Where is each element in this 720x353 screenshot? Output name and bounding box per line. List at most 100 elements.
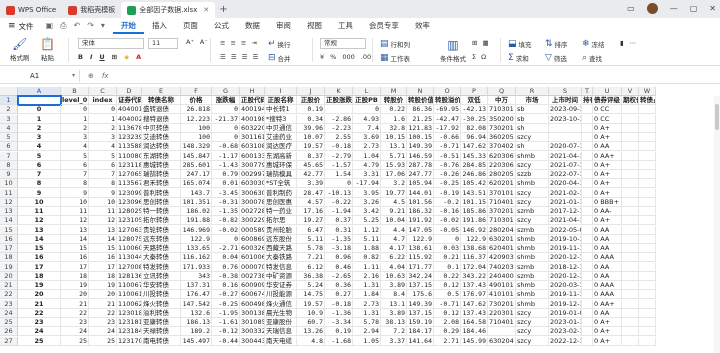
table-cell[interactable]: 2 — [18, 123, 61, 133]
table-cell[interactable]: -0.02 — [434, 216, 461, 226]
table-cell[interactable]: 7 — [89, 170, 117, 179]
table-cell[interactable] — [582, 262, 593, 272]
table-cell[interactable]: 19.57 — [297, 299, 325, 309]
table-cell[interactable]: 中贝转债 — [142, 123, 181, 133]
table-cell[interactable]: 603108 — [240, 142, 265, 152]
format-painter-button[interactable]: 🖌 格式刷 — [10, 37, 30, 62]
name-box-dropdown-icon[interactable]: ▾ — [72, 70, 75, 82]
table-cell[interactable]: 0 AAA — [593, 290, 622, 300]
underline-icon[interactable]: U — [99, 53, 104, 61]
table-cell[interactable]: 287.78 — [407, 160, 434, 170]
table-cell[interactable]: 132.6 — [181, 308, 212, 318]
table-cell[interactable]: 2017-12-1 — [549, 207, 582, 216]
percent-icon[interactable]: % — [330, 53, 336, 61]
table-cell[interactable]: 400194 — [240, 105, 265, 115]
table-cell[interactable] — [639, 327, 656, 337]
table-cell[interactable]: 0 AA — [593, 271, 622, 281]
table-cell[interactable]: 2022-12-1 — [549, 336, 582, 346]
header-cell[interactable]: 转债占 — [639, 96, 656, 105]
header-cell[interactable]: 转债名称 — [142, 96, 181, 105]
table-cell[interactable]: 39.96 — [297, 123, 325, 133]
header-cell[interactable]: 转股价值 — [407, 96, 434, 105]
table-cell[interactable]: 100.15 — [407, 133, 434, 142]
border-icon[interactable]: ⊞ — [112, 53, 117, 61]
table-cell[interactable]: -17.94 — [353, 179, 381, 189]
table-cell[interactable]: 烽火通信 — [265, 299, 297, 309]
table-cell[interactable] — [622, 151, 639, 161]
table-cell[interactable]: -0.19 — [434, 188, 461, 198]
table-cell[interactable]: 144.01 — [407, 188, 434, 198]
table-cell[interactable]: 4.93 — [353, 114, 381, 124]
tab-docer-templates[interactable]: 我稻壳模板 — [62, 2, 121, 18]
table-cell[interactable]: 南电转债 — [142, 336, 181, 346]
header-cell[interactable]: 正股价 — [297, 96, 325, 105]
dropdown-icon[interactable]: ▾ — [101, 21, 105, 31]
table-cell[interactable]: 301161 — [240, 133, 265, 142]
table-cell[interactable]: 2 — [61, 123, 89, 133]
table-cell[interactable]: 3.89 — [381, 281, 407, 290]
table-cell[interactable]: 122.9 — [181, 234, 212, 244]
table-cell[interactable]: 0 — [212, 123, 240, 133]
table-cell[interactable]: 23 — [18, 318, 61, 327]
table-cell[interactable] — [639, 133, 656, 142]
table-cell[interactable]: 2019-11-1 — [549, 290, 582, 300]
table-cell[interactable]: 186.02 — [181, 207, 212, 216]
table-cell[interactable]: 13.1 — [381, 142, 407, 152]
table-cell[interactable]: 润达医疗 — [265, 142, 297, 152]
row-header[interactable]: 9 — [0, 170, 18, 179]
table-cell[interactable]: 172.04 — [461, 262, 488, 272]
table-cell[interactable]: 0.01 — [212, 179, 240, 189]
table-cell[interactable]: 105.42 — [461, 179, 488, 189]
table-cell[interactable] — [582, 133, 593, 142]
align-right-icon[interactable]: ☰ — [242, 53, 248, 61]
column-header-T[interactable]: T — [582, 87, 593, 96]
table-cell[interactable]: 1 — [61, 114, 89, 124]
table-cell[interactable]: 10.9 — [297, 308, 325, 318]
table-cell[interactable]: 2.73 — [353, 142, 381, 152]
table-cell[interactable]: szcy — [516, 318, 549, 327]
table-cell[interactable] — [639, 197, 656, 207]
table-cell[interactable] — [622, 234, 639, 244]
symbol-icon[interactable]: Ω — [481, 53, 486, 61]
table-cell[interactable] — [582, 151, 593, 161]
table-cell[interactable]: -42.13 — [461, 105, 488, 115]
table-cell[interactable]: shmb — [516, 299, 549, 309]
table-cell[interactable]: -0.76 — [434, 160, 461, 170]
table-cell[interactable]: 川投转债 — [142, 290, 181, 300]
font-color-icon[interactable]: A — [136, 53, 141, 61]
table-cell[interactable]: 盛转退债 — [142, 105, 181, 115]
table-cell[interactable] — [622, 188, 639, 198]
table-cell[interactable]: 13.1 — [381, 299, 407, 309]
table-cell[interactable] — [582, 234, 593, 244]
table-cell[interactable]: szcy — [516, 197, 549, 207]
table-cell[interactable]: 0 AA — [593, 308, 622, 318]
table-cell[interactable]: 710401 — [488, 197, 516, 207]
table-cell[interactable]: 21 — [89, 299, 117, 309]
table-cell[interactable] — [639, 244, 656, 253]
table-cell[interactable]: 38.13 — [381, 318, 407, 327]
table-cell[interactable]: 0.36 — [325, 281, 353, 290]
header-cell[interactable]: 持有 — [582, 96, 593, 105]
table-cell[interactable]: 0.5 — [434, 290, 461, 300]
table-cell[interactable]: 9 — [89, 188, 117, 198]
table-cell[interactable]: szcy — [516, 188, 549, 198]
table-cell[interactable]: 4 — [89, 142, 117, 152]
table-cell[interactable]: 280205 — [488, 170, 516, 179]
table-cell[interactable]: szcy — [516, 160, 549, 170]
table-cell[interactable]: 亚康转债 — [142, 318, 181, 327]
fill-button[interactable]: ⬓ 填充 — [508, 39, 532, 49]
table-cell[interactable]: 艾迪药业 — [265, 133, 297, 142]
table-cell[interactable]: 350200 — [488, 114, 516, 124]
table-cell[interactable] — [582, 179, 593, 189]
table-cell[interactable]: 18 — [18, 271, 61, 281]
table-cell[interactable]: sb — [516, 114, 549, 124]
table-cell[interactable]: -2.71 — [212, 244, 240, 253]
table-cell[interactable]: 0 A+ — [593, 336, 622, 346]
table-cell[interactable] — [582, 327, 593, 337]
table-cell[interactable]: 2023-09-1 — [549, 105, 582, 115]
table-cell[interactable]: 620306 — [488, 151, 516, 161]
row-header[interactable]: 8 — [0, 160, 18, 170]
table-cell[interactable]: 3.69 — [353, 133, 381, 142]
table-cell[interactable] — [639, 262, 656, 272]
row-header[interactable]: 24 — [0, 308, 18, 318]
